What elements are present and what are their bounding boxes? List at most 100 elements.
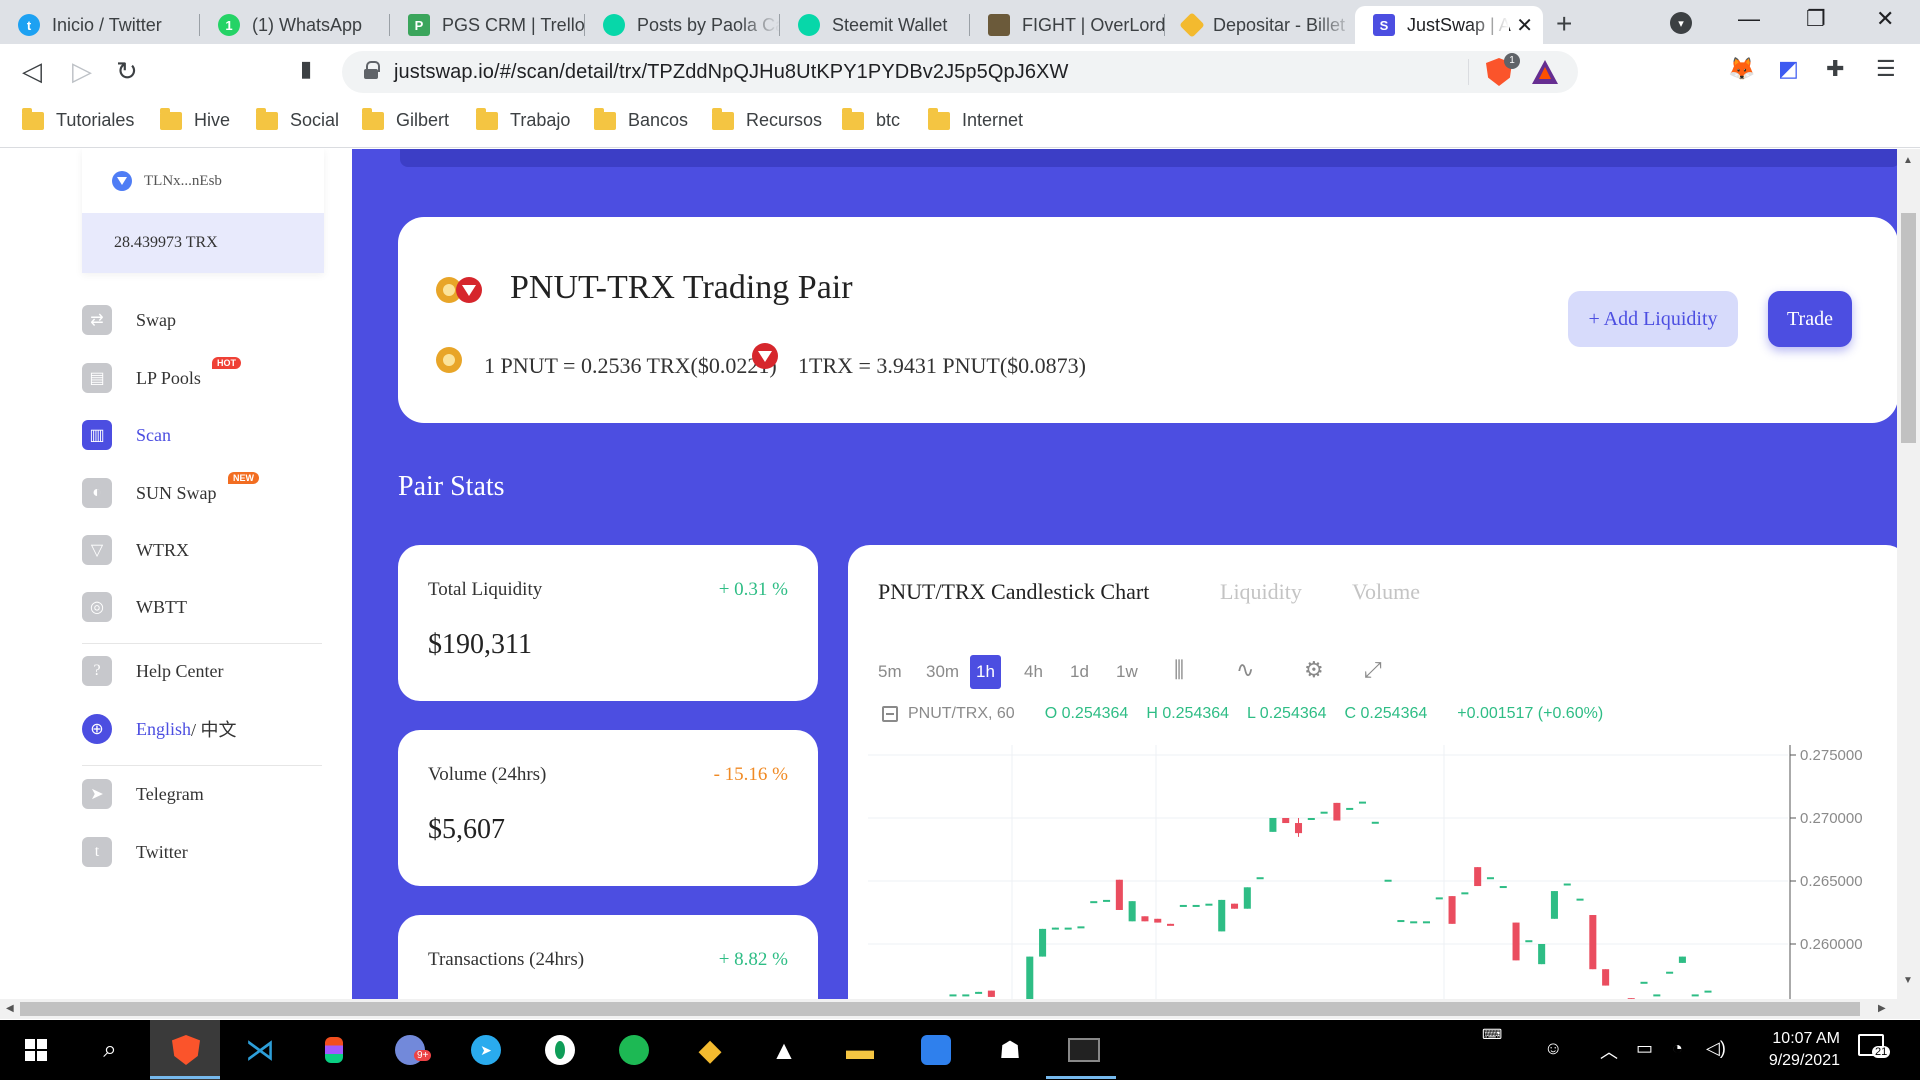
wallet-address-row[interactable]: TLNx...nEsb — [112, 171, 222, 191]
forward-icon[interactable]: ▷ — [72, 56, 92, 87]
extension-icon[interactable]: ◩ — [1778, 56, 1799, 82]
scroll-left-arrow-icon[interactable]: ◀ — [6, 1003, 14, 1014]
vscode-icon[interactable]: ⋊ — [240, 1030, 280, 1070]
hive-keychain-icon[interactable] — [540, 1030, 580, 1070]
telegram-icon[interactable]: ➤ — [466, 1030, 506, 1070]
bookmark-folder[interactable]: Social — [256, 107, 339, 131]
bookmark-folder[interactable]: Internet — [928, 107, 1023, 131]
tab-binance[interactable]: Depositar - Billet — [1165, 6, 1355, 44]
scroll-right-arrow-icon[interactable]: ▶ — [1878, 1003, 1886, 1014]
sidebar-item-language[interactable]: ⊕ English / 中文 — [82, 714, 237, 744]
sidebar-item-wtrx[interactable]: ▽ WTRX — [82, 535, 189, 565]
candle-type-icon[interactable]: ⫼ — [1174, 657, 1184, 683]
tab-justswap[interactable]: S JustSwap | A ✕ — [1355, 6, 1543, 44]
tab-twitter[interactable]: t Inicio / Twitter — [0, 6, 200, 44]
game-app-icon[interactable]: ☗ — [990, 1030, 1030, 1070]
language-english[interactable]: English — [136, 719, 191, 740]
tab-hive-posts[interactable]: Posts by Paola Ca — [585, 6, 780, 44]
fullscreen-icon[interactable]: ⤢ — [1364, 657, 1382, 683]
tab-whatsapp[interactable]: 1 (1) WhatsApp — [200, 6, 390, 44]
tab-liquidity[interactable]: Liquidity — [1220, 579, 1302, 605]
horizontal-scrollbar[interactable]: ◀ ▶ — [0, 999, 1920, 1019]
minimize-button[interactable]: — — [1738, 6, 1760, 32]
sidebar-item-lp-pools[interactable]: ▤ LP Pools HOT — [82, 357, 241, 393]
inkscape-icon[interactable]: ▲ — [764, 1030, 804, 1070]
battery-icon[interactable]: ▭ — [1636, 1038, 1653, 1059]
tab-overlord[interactable]: FIGHT | OverLord — [970, 6, 1165, 44]
puzzle-extensions-icon[interactable]: ✚ — [1826, 56, 1844, 82]
discord-icon[interactable]: 9+ — [390, 1030, 432, 1070]
close-tab-icon[interactable]: ✕ — [1516, 13, 1533, 38]
tab-candlestick-chart[interactable]: PNUT/TRX Candlestick Chart — [878, 579, 1149, 605]
bookmark-folder[interactable]: btc — [842, 107, 900, 131]
tab-volume[interactable]: Volume — [1352, 579, 1420, 605]
scrollbar-thumb[interactable] — [1901, 213, 1916, 443]
sidebar-item-telegram[interactable]: ➤ Telegram — [82, 779, 204, 809]
scrollbar-thumb[interactable] — [20, 1002, 1860, 1016]
bookmark-folder[interactable]: Recursos — [712, 107, 822, 131]
people-icon[interactable]: ☺ — [1544, 1038, 1562, 1059]
volume-icon[interactable]: ◁) — [1706, 1038, 1726, 1059]
bookmark-folder[interactable]: Trabajo — [476, 107, 570, 131]
language-chinese[interactable]: / 中文 — [191, 716, 237, 742]
notification-center-icon[interactable]: 21 — [1858, 1034, 1891, 1058]
bookmark-folder[interactable]: Hive — [160, 107, 230, 131]
settings-gear-icon[interactable]: ⚙ — [1304, 657, 1324, 683]
metamask-icon[interactable]: 🦊 — [1728, 56, 1755, 82]
clock[interactable]: 10:07 AM 9/29/2021 — [1730, 1028, 1840, 1072]
terminal-icon[interactable] — [1064, 1030, 1104, 1070]
interval-1d[interactable]: 1d — [1064, 655, 1095, 689]
interval-5m[interactable]: 5m — [872, 655, 908, 689]
sidebar-item-sun-swap[interactable]: ◐ SUN Swap NEW — [82, 472, 259, 508]
keyboard-icon[interactable]: ⌨ — [1482, 1026, 1502, 1043]
indicator-icon[interactable]: ∿ — [1236, 657, 1254, 683]
back-icon[interactable]: ◁ — [22, 56, 42, 87]
search-icon[interactable]: ⌕ — [90, 1030, 130, 1070]
sidebar-item-swap[interactable]: ⇄ Swap — [82, 305, 176, 335]
bookmark-icon[interactable]: ▮ — [300, 56, 312, 82]
new-tab-button[interactable]: + — [1556, 8, 1572, 40]
sidebar-item-scan[interactable]: ▥ Scan — [82, 420, 171, 450]
url-text[interactable]: justswap.io/#/scan/detail/trx/TPZddNpQJH… — [394, 61, 1068, 84]
collapse-legend-icon[interactable] — [882, 706, 898, 722]
show-hidden-icons-icon[interactable]: ︿ — [1600, 1038, 1618, 1064]
sidebar-item-twitter[interactable]: t Twitter — [82, 837, 188, 867]
tab-search-icon[interactable]: ▾ — [1670, 12, 1692, 34]
windows-start-icon[interactable] — [16, 1030, 56, 1070]
candle-body — [1602, 969, 1610, 986]
interval-1h[interactable]: 1h — [970, 655, 1001, 689]
sidebar-item-wbtt[interactable]: ◎ WBTT — [82, 592, 187, 622]
bookmark-folder[interactable]: Bancos — [594, 107, 688, 131]
webcam-app-icon[interactable] — [916, 1030, 956, 1070]
stat-change: + 0.31 % — [718, 579, 788, 600]
tab-steemit[interactable]: Steemit Wallet — [780, 6, 970, 44]
candlestick-chart[interactable]: 0.275000 0.270000 0.265000 0.260000 — [848, 545, 1897, 999]
bookmark-folder[interactable]: Tutoriales — [22, 107, 134, 131]
add-liquidity-button[interactable]: + Add Liquidity — [1568, 291, 1738, 347]
figma-icon[interactable] — [314, 1030, 354, 1070]
brave-rewards-icon[interactable] — [1532, 60, 1558, 84]
scroll-up-arrow-icon[interactable]: ▲ — [1903, 155, 1913, 166]
folder-icon — [842, 107, 864, 130]
scroll-down-arrow-icon[interactable]: ▼ — [1903, 975, 1913, 986]
trade-button[interactable]: Trade — [1768, 291, 1852, 347]
restore-button[interactable]: ❐ — [1806, 6, 1826, 32]
menu-icon[interactable]: ☰ — [1876, 56, 1896, 82]
tab-trello[interactable]: P PGS CRM | Trello — [390, 6, 585, 44]
reload-icon[interactable]: ↻ — [116, 56, 138, 87]
spotify-icon[interactable] — [614, 1030, 654, 1070]
interval-30m[interactable]: 30m — [920, 655, 965, 689]
bookmark-folder[interactable]: Gilbert — [362, 107, 449, 131]
windows-taskbar: ⌕ ⋊ 9+ ➤ ◆ ▲ ▬ ☗ ⌨ ☺ ︿ ▭ ◔ ◁) 10:07 AM 9… — [0, 1020, 1920, 1080]
file-explorer-icon[interactable]: ▬ — [840, 1030, 880, 1070]
wifi-icon[interactable]: ◔ — [1672, 1038, 1683, 1059]
interval-4h[interactable]: 4h — [1018, 655, 1049, 689]
interval-1w[interactable]: 1w — [1110, 655, 1144, 689]
brave-browser-icon[interactable] — [166, 1030, 206, 1070]
close-window-button[interactable]: ✕ — [1876, 6, 1894, 32]
address-bar[interactable]: justswap.io/#/scan/detail/trx/TPZddNpQJH… — [342, 51, 1578, 93]
vertical-scrollbar[interactable]: ▲ ▼ — [1897, 149, 1920, 999]
candle-body — [1448, 896, 1456, 924]
binance-icon[interactable]: ◆ — [690, 1030, 730, 1070]
sidebar-item-help-center[interactable]: ? Help Center — [82, 656, 223, 686]
